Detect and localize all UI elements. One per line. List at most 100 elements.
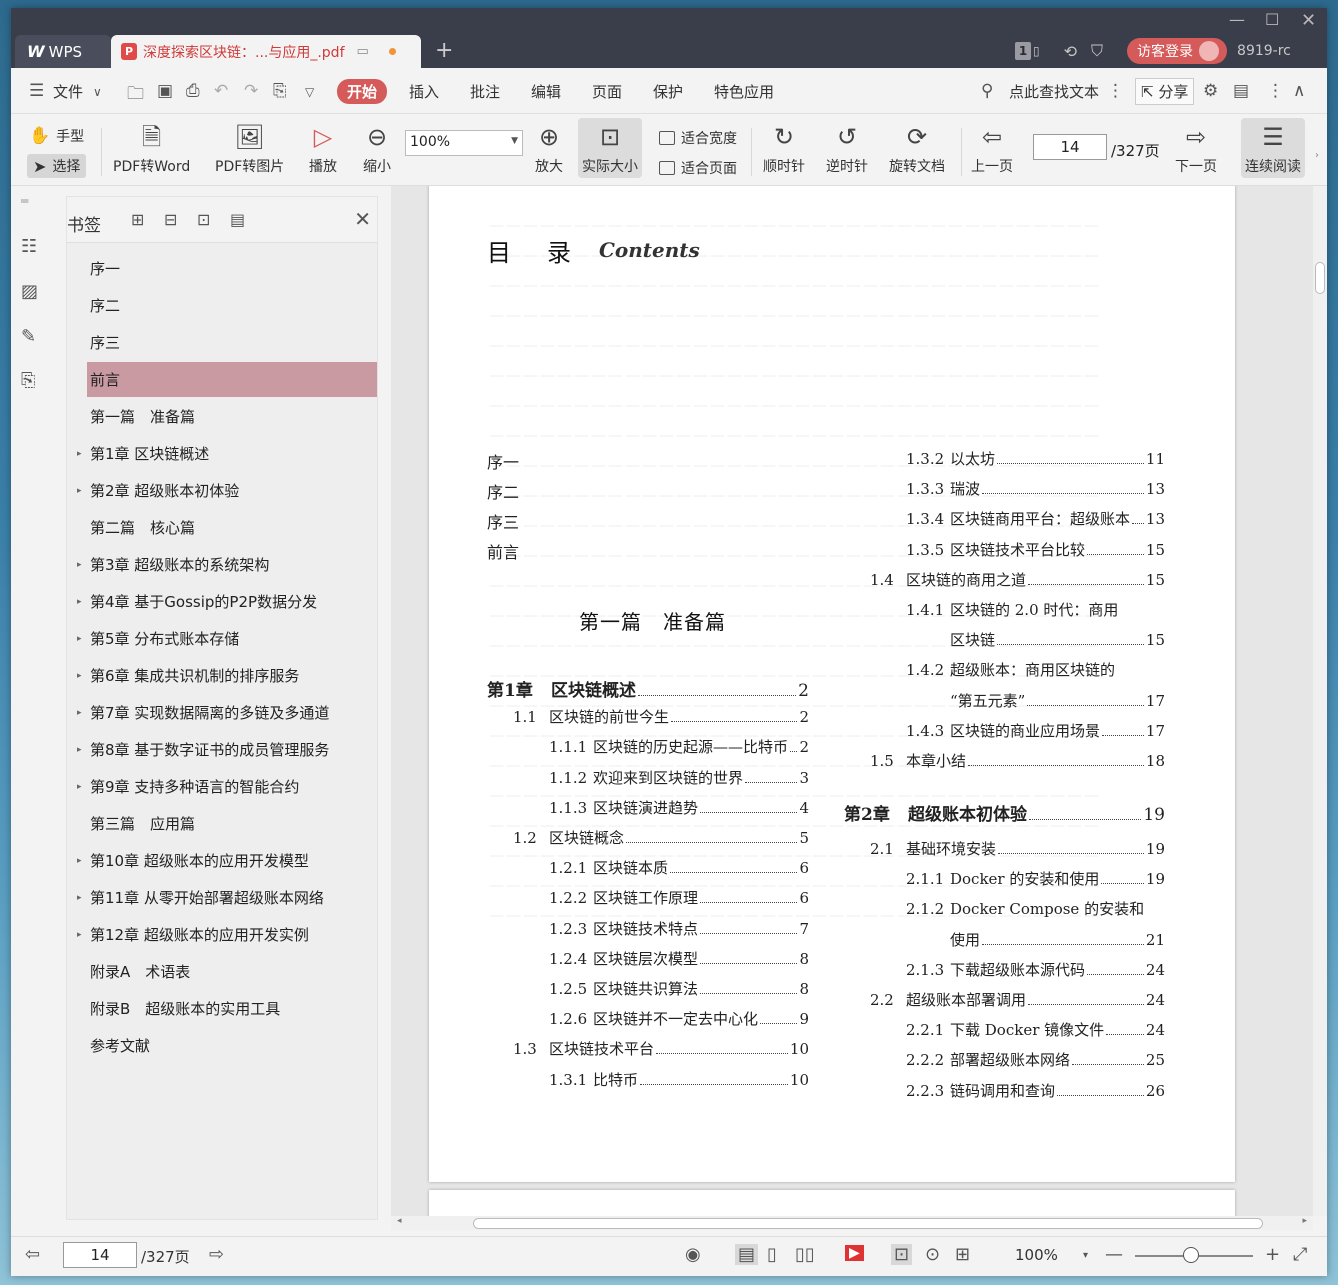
toc-entry[interactable]: 1.3.4 区块链商用平台：超级账本 13	[906, 508, 1165, 529]
toc-entry[interactable]: 1.2.1 区块链本质 6	[549, 857, 809, 878]
print-icon[interactable]: ⎙	[186, 81, 200, 101]
bookmark-item[interactable]: 参考文献	[87, 1028, 377, 1063]
toc-entry[interactable]: “第五元素” 17	[950, 690, 1165, 711]
toc-entry[interactable]: 1.3.2 以太坊 11	[906, 448, 1165, 469]
window-count-badge[interactable]: 1	[1015, 42, 1031, 60]
fit-width-status-icon[interactable]: ⊞	[955, 1244, 970, 1265]
rotate-clockwise-button[interactable]: ↻ 顺时针	[763, 122, 805, 176]
select-tool-button[interactable]: ➤ 选择	[27, 154, 87, 178]
bookmark-item[interactable]: 序三	[87, 325, 377, 360]
horizontal-scrollbar[interactable]: ◂ ▸	[391, 1216, 1313, 1230]
continuous-reading-button[interactable]: ☰ 连续阅读	[1241, 118, 1305, 178]
toc-entry[interactable]: 1.1.3 区块链演进趋势 4	[549, 797, 809, 818]
expand-arrow-icon[interactable]: ▸	[77, 560, 82, 570]
two-page-icon[interactable]: ▯▯	[795, 1244, 815, 1265]
page-number-input[interactable]: 14	[1033, 134, 1107, 160]
vertical-scrollbar[interactable]	[1313, 186, 1327, 1216]
zoom-dropdown-icon[interactable]: ▾	[1083, 1250, 1088, 1261]
monitor-icon[interactable]: ▭	[357, 44, 369, 59]
menu-tab-annotate[interactable]: 批注	[470, 81, 500, 102]
wps-home-tab[interactable]: W WPS	[15, 35, 111, 68]
toc-entry[interactable]: 2.1.3 下载超级账本源代码 24	[906, 959, 1165, 980]
window-switch-icon[interactable]: ▯	[1033, 44, 1040, 58]
bookmark-item[interactable]: ▸ 第3章 超级账本的系统架构	[77, 547, 377, 582]
comment-icon[interactable]: ▤	[1233, 81, 1249, 101]
expand-arrow-icon[interactable]: ▸	[77, 893, 82, 903]
status-page-input[interactable]: 14	[63, 1242, 137, 1268]
bookmark-item[interactable]: 第一篇 准备篇	[87, 399, 377, 434]
thumbnail-panel-icon[interactable]: ▨	[21, 281, 38, 302]
actual-size-button[interactable]: ⊡ 实际大小	[578, 118, 642, 178]
expand-arrow-icon[interactable]: ▸	[77, 708, 82, 718]
pdf-to-image-button[interactable]: 🖼 PDF转图片	[215, 122, 284, 176]
single-page-icon[interactable]: ▯	[767, 1244, 777, 1265]
maximize-icon[interactable]: ☐	[1265, 10, 1279, 29]
bookmark-item[interactable]: ▸ 第2章 超级账本初体验	[77, 473, 377, 508]
guest-login-button[interactable]: 访客登录	[1127, 38, 1228, 64]
prev-page-icon[interactable]: ⇦	[25, 1244, 40, 1265]
prev-page-button[interactable]: ⇦ 上一页	[971, 122, 1013, 176]
play-button[interactable]: ▷ 播放	[309, 122, 337, 176]
export-image-icon[interactable]: ⎘	[273, 81, 287, 101]
expand-arrow-icon[interactable]: ▸	[77, 671, 82, 681]
zoom-slider-knob[interactable]	[1183, 1247, 1199, 1263]
toc-entry[interactable]: 1.1.2 欢迎来到区块链的世界 3	[549, 767, 809, 788]
toc-entry[interactable]: 1.3 区块链技术平台 10	[513, 1038, 809, 1059]
skin-shirt-icon[interactable]: ⛉	[1091, 41, 1103, 61]
hand-tool-button[interactable]: ✋ 手型	[29, 126, 84, 146]
document-tab[interactable]: P 深度探索区块链：...与应用_.pdf ▭	[111, 35, 421, 68]
close-window-icon[interactable]: ✕	[1301, 10, 1316, 31]
menu-tab-insert[interactable]: 插入	[409, 81, 439, 102]
file-menu[interactable]: 文件	[53, 81, 83, 102]
fit-page-button[interactable]: 适合页面	[659, 158, 737, 178]
toc-entry[interactable]: 1.4.2 超级账本：商用区块链的	[906, 659, 1165, 680]
document-view[interactable]: 目 录 Contents 第一篇 准备篇 ———————————————————…	[391, 186, 1313, 1216]
annotation-panel-icon[interactable]: ✎	[21, 326, 36, 347]
zoom-out-button[interactable]: ⊖ 缩小	[363, 122, 391, 176]
sync-icon[interactable]: ⟲	[1064, 42, 1077, 61]
eye-protection-icon[interactable]: ◉	[685, 1244, 701, 1265]
rotate-counterclockwise-button[interactable]: ↺ 逆时针	[826, 122, 868, 176]
toc-entry[interactable]: 2.2.3 链码调用和查询 26	[906, 1080, 1165, 1101]
expand-arrow-icon[interactable]: ▸	[77, 930, 82, 940]
scroll-left-icon[interactable]: ◂	[397, 1216, 402, 1226]
bookmark-item[interactable]: ▸ 第10章 超级账本的应用开发模型	[77, 843, 377, 878]
zoom-in-status-icon[interactable]: +	[1265, 1244, 1280, 1265]
bookmark-item[interactable]: 序二	[87, 288, 377, 323]
more-options-icon[interactable]: ⋮	[1267, 81, 1284, 101]
toc-entry[interactable]: 1.4.1 区块链的 2.0 时代：商用	[906, 599, 1165, 620]
bookmark-settings-icon[interactable]: ▤	[230, 210, 245, 229]
find-text-button[interactable]: 点此查找文本	[1009, 81, 1099, 102]
close-icon[interactable]: ✕	[354, 207, 371, 231]
toc-entry[interactable]: 2.1.1 Docker 的安装和使用 19	[906, 868, 1165, 889]
bookmark-item[interactable]: ▸ 第4章 基于Gossip的P2P数据分发	[77, 584, 377, 619]
bookmark-item[interactable]: 第三篇 应用篇	[87, 806, 377, 841]
toc-front-entry[interactable]: 序二	[487, 479, 519, 503]
toc-entry[interactable]: 1.5 本章小结 18	[870, 750, 1165, 771]
toc-entry[interactable]: 1.4 区块链的商用之道 15	[870, 569, 1165, 590]
toc-entry[interactable]: 1.2 区块链概念 5	[513, 827, 809, 848]
scroll-right-icon[interactable]: ▸	[1302, 1216, 1307, 1226]
expand-arrow-icon[interactable]: ▸	[77, 449, 82, 459]
toc-front-entry[interactable]: 序一	[487, 449, 519, 473]
open-folder-icon[interactable]: 🗀	[127, 81, 144, 110]
fit-width-button[interactable]: 适合宽度	[659, 128, 737, 148]
fullscreen-icon[interactable]: ⤢	[1293, 1244, 1307, 1265]
actual-size-status-icon[interactable]: ⊡	[891, 1244, 913, 1265]
bookmark-item[interactable]: ▸ 第11章 从零开始部署超级账本网络	[77, 880, 377, 915]
zoom-out-status-icon[interactable]: —	[1105, 1244, 1123, 1265]
bookmark-item[interactable]: ▸ 第7章 实现数据隔离的多链及多通道	[77, 695, 377, 730]
bookmark-item[interactable]: 附录B 超级账本的实用工具	[87, 991, 377, 1026]
bookmark-item[interactable]: ▸ 第5章 分布式账本存储	[77, 621, 377, 656]
menu-tab-page[interactable]: 页面	[592, 81, 622, 102]
search-icon[interactable]: ⚲	[981, 81, 993, 101]
expand-arrow-icon[interactable]: ▸	[77, 634, 82, 644]
toc-entry[interactable]: 1.2.2 区块链工作原理 6	[549, 887, 809, 908]
toc-entry[interactable]: 2.1 基础环境安装 19	[870, 838, 1165, 859]
toc-entry[interactable]: 1.3.3 瑞波 13	[906, 478, 1165, 499]
toc-entry[interactable]: 1.2.4 区块链层次模型 8	[549, 948, 809, 969]
image-extract-icon[interactable]: ⎘	[21, 370, 35, 391]
toc-entry[interactable]: 1.3.1 比特币 10	[549, 1069, 809, 1090]
toc-entry[interactable]: 1.2.5 区块链共识算法 8	[549, 978, 809, 999]
toc-entry[interactable]: 1.1 区块链的前世今生 2	[513, 706, 809, 727]
